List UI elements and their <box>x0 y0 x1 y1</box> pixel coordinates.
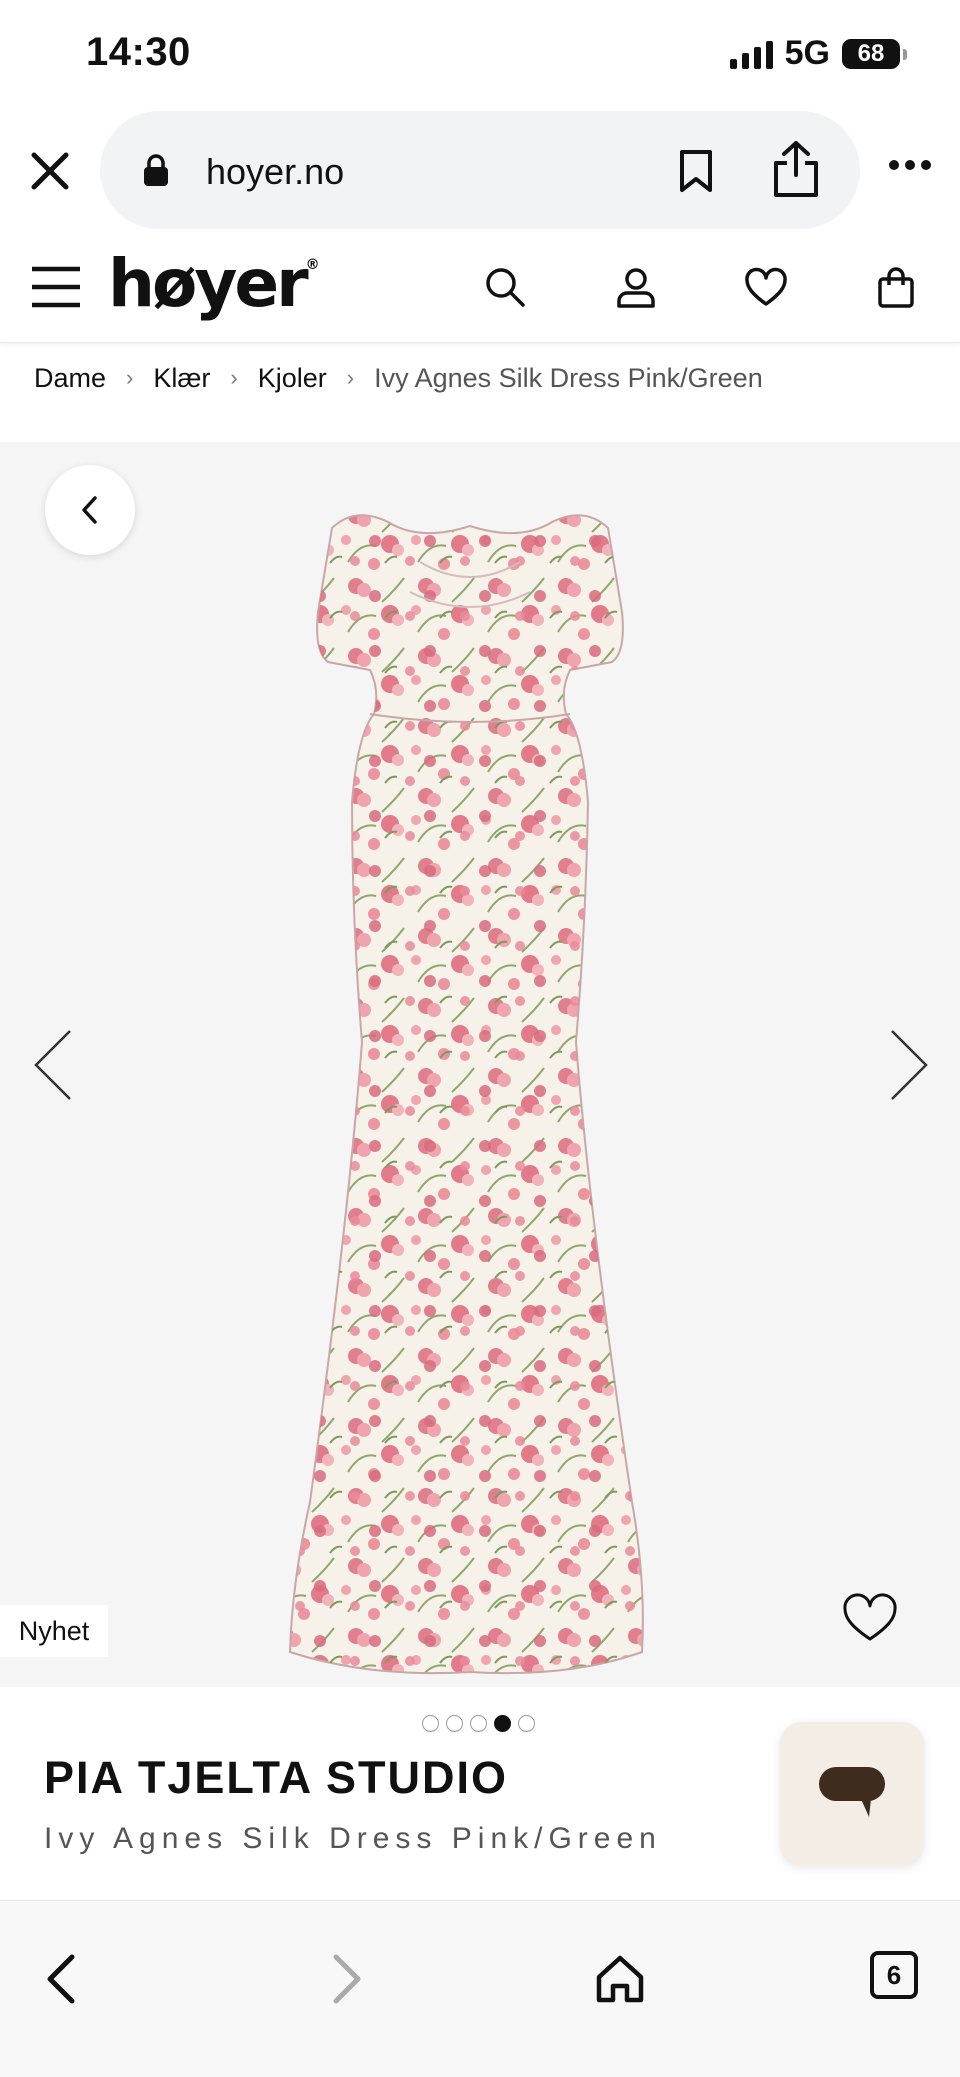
breadcrumb-kjoler[interactable]: Kjoler <box>258 363 327 394</box>
logo-mark: ® <box>305 257 320 273</box>
breadcrumb-dame[interactable]: Dame <box>34 363 106 394</box>
close-icon[interactable] <box>22 143 78 199</box>
status-time: 14:30 <box>86 30 191 74</box>
product-image <box>288 514 644 1675</box>
home-icon[interactable] <box>594 1953 646 2005</box>
user-icon[interactable] <box>614 265 658 309</box>
share-icon[interactable] <box>770 139 822 199</box>
breadcrumb-separator: › <box>126 365 134 390</box>
breadcrumb-separator: › <box>230 365 238 390</box>
browser-toolbar: 6 <box>0 1900 960 2077</box>
heart-icon[interactable] <box>744 265 788 309</box>
more-icon[interactable] <box>888 157 932 173</box>
search-icon[interactable] <box>483 265 527 309</box>
breadcrumb-separator: › <box>346 365 355 390</box>
chevron-left-icon <box>82 496 97 524</box>
prev-image-arrow[interactable] <box>30 1027 74 1103</box>
pagination-dot[interactable] <box>470 1715 487 1732</box>
battery-icon: 68 <box>842 38 907 69</box>
chat-icon <box>819 1767 885 1817</box>
battery-level: 68 <box>857 39 885 67</box>
network-type: 5G <box>784 34 830 72</box>
breadcrumb: Dame › Klær › Kjoler › Ivy Agnes Silk Dr… <box>34 358 763 398</box>
breadcrumb-current: Ivy Agnes Silk Dress Pink/Green <box>374 362 763 393</box>
pagination-dot[interactable] <box>446 1715 463 1732</box>
lock-icon <box>144 154 168 186</box>
gallery-back-button[interactable] <box>45 465 135 555</box>
new-badge: Nyhet <box>0 1605 108 1657</box>
back-icon[interactable] <box>38 1953 90 2005</box>
chat-button[interactable] <box>780 1722 924 1866</box>
site-logo[interactable]: høyer® <box>108 245 320 322</box>
forward-icon[interactable] <box>318 1953 370 2005</box>
browser-address-bar: hoyer.no <box>0 105 960 235</box>
url-text: hoyer.no <box>206 151 345 192</box>
shopping-bag-icon[interactable] <box>874 265 918 309</box>
pagination-dot[interactable] <box>518 1715 535 1732</box>
dress-shape <box>288 514 644 1675</box>
breadcrumb-klaer[interactable]: Klær <box>153 363 210 394</box>
pagination-dot[interactable] <box>422 1715 439 1732</box>
url-field[interactable]: hoyer.no <box>100 111 860 229</box>
product-name: Ivy Agnes Silk Dress Pink/Green <box>44 1822 662 1855</box>
product-brand[interactable]: PIA TJELTA STUDIO <box>44 1752 508 1804</box>
tab-count: 6 <box>886 1959 902 1990</box>
product-gallery[interactable]: Nyhet <box>0 442 960 1687</box>
pagination-dot-active[interactable] <box>494 1715 511 1732</box>
gallery-pagination <box>422 1715 535 1732</box>
wishlist-heart-icon[interactable] <box>842 1592 898 1644</box>
site-header: høyer® <box>0 235 960 343</box>
status-indicators: 5G 68 <box>729 34 907 73</box>
status-bar: 14:30 5G 68 <box>0 0 960 105</box>
bookmark-icon[interactable] <box>676 149 716 193</box>
logo-text: høyer <box>108 245 309 322</box>
hamburger-icon[interactable] <box>30 265 82 309</box>
tabs-button[interactable]: 6 <box>870 1951 918 1999</box>
signal-icon <box>729 39 773 69</box>
next-image-arrow[interactable] <box>888 1027 932 1103</box>
